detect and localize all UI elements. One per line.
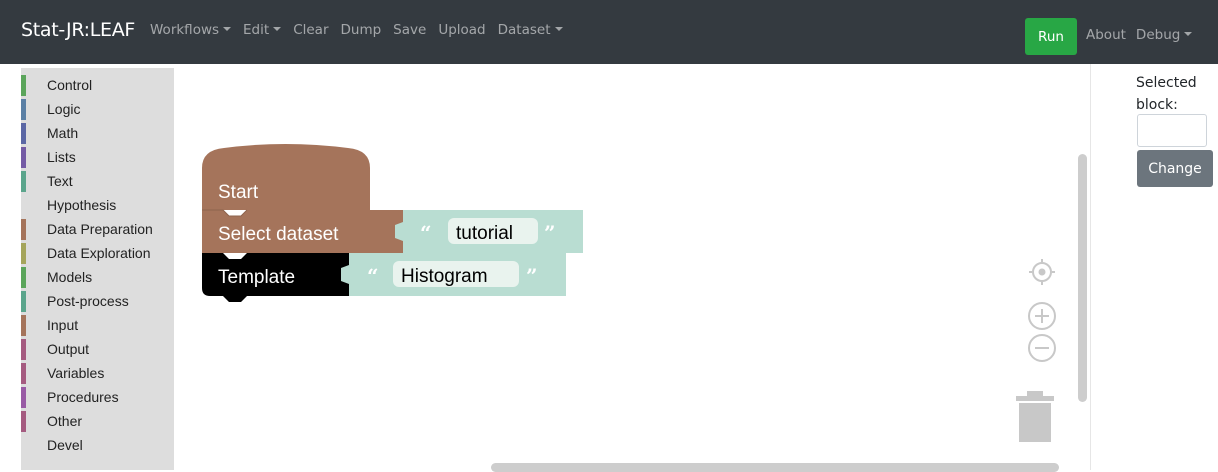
category-label: Math [47, 125, 79, 141]
category-label: Other [47, 413, 83, 429]
category-color-swatch [21, 99, 26, 120]
category-label: Input [47, 317, 79, 333]
menu-upload[interactable]: Upload [438, 22, 485, 38]
category-color-swatch [21, 339, 26, 360]
toolbox-category-control[interactable]: Control [21, 74, 174, 96]
toolbox-category-data-exploration[interactable]: Data Exploration [21, 242, 174, 264]
category-label: Devel [47, 437, 83, 453]
toolbox-category-logic[interactable]: Logic [21, 98, 174, 120]
toolbox-category-procedures[interactable]: Procedures [21, 386, 174, 408]
run-button[interactable]: Run [1025, 18, 1077, 55]
category-color-swatch [21, 123, 26, 144]
menu-dataset[interactable]: Dataset [498, 22, 563, 38]
menu-edit[interactable]: Edit [243, 22, 282, 38]
right-panel: Selected block: Change [1090, 64, 1218, 470]
category-label: Variables [47, 365, 105, 381]
toolbox-category-math[interactable]: Math [21, 122, 174, 144]
category-label: Control [47, 77, 93, 93]
change-button[interactable]: Change [1137, 150, 1213, 187]
navbar: Stat-JR:LEAF Workflows Edit Clear Dump S… [0, 0, 1218, 64]
category-label: Data Preparation [47, 221, 153, 237]
menu-workflows[interactable]: Workflows [150, 22, 232, 38]
category-color-swatch [21, 219, 26, 240]
category-color-swatch [21, 291, 26, 312]
category-label: Post-process [47, 293, 129, 309]
workspace[interactable] [174, 68, 1090, 470]
caret-down-icon [223, 27, 232, 31]
selected-block-label: Selected block: [1136, 75, 1197, 113]
category-color-swatch [21, 243, 26, 264]
caret-down-icon [1184, 32, 1193, 36]
caret-down-icon [554, 27, 563, 31]
category-color-swatch [21, 267, 26, 288]
category-label: Lists [47, 149, 76, 165]
toolbox-category-lists[interactable]: Lists [21, 146, 174, 168]
toolbox-category-other[interactable]: Other [21, 410, 174, 432]
category-label: Text [47, 173, 73, 189]
menu-clear[interactable]: Clear [293, 22, 328, 38]
menu-about[interactable]: About [1086, 27, 1126, 43]
toolbox-category-devel[interactable]: Devel [21, 434, 174, 456]
category-color-swatch [21, 411, 26, 432]
toolbox-category-variables[interactable]: Variables [21, 362, 174, 384]
brand-title[interactable]: Stat-JR:LEAF [21, 19, 135, 41]
category-label: Hypothesis [47, 197, 117, 213]
nav-right: About Debug [1086, 27, 1202, 43]
category-label: Logic [47, 101, 81, 117]
menu-save[interactable]: Save [393, 22, 426, 38]
category-label: Models [47, 269, 93, 285]
horizontal-scrollbar[interactable] [491, 463, 1059, 472]
toolbox-category-post-process[interactable]: Post-process [21, 290, 174, 312]
selected-block-input[interactable] [1137, 114, 1207, 147]
category-label: Procedures [47, 389, 119, 405]
toolbox-category-input[interactable]: Input [21, 314, 174, 336]
toolbox-category-data-preparation[interactable]: Data Preparation [21, 218, 174, 240]
toolbox-category-text[interactable]: Text [21, 170, 174, 192]
menu-debug[interactable]: Debug [1136, 27, 1193, 43]
menu-dump[interactable]: Dump [341, 22, 382, 38]
toolbox: Control Logic Math Lists Text Hypothesis Data … [21, 68, 174, 470]
category-color-swatch [21, 363, 26, 384]
vertical-scrollbar[interactable] [1078, 154, 1087, 402]
category-color-swatch [21, 315, 26, 336]
toolbox-category-output[interactable]: Output [21, 338, 174, 360]
toolbox-category-models[interactable]: Models [21, 266, 174, 288]
category-color-swatch [21, 75, 26, 96]
category-color-swatch [21, 171, 26, 192]
category-color-swatch [21, 147, 26, 168]
toolbox-category-hypothesis[interactable]: Hypothesis [21, 194, 174, 216]
caret-down-icon [273, 27, 282, 31]
category-label: Data Exploration [47, 245, 151, 261]
nav-menu: Workflows Edit Clear Dump Save Upload Da… [150, 22, 575, 38]
category-label: Output [47, 341, 90, 357]
category-color-swatch [21, 387, 26, 408]
